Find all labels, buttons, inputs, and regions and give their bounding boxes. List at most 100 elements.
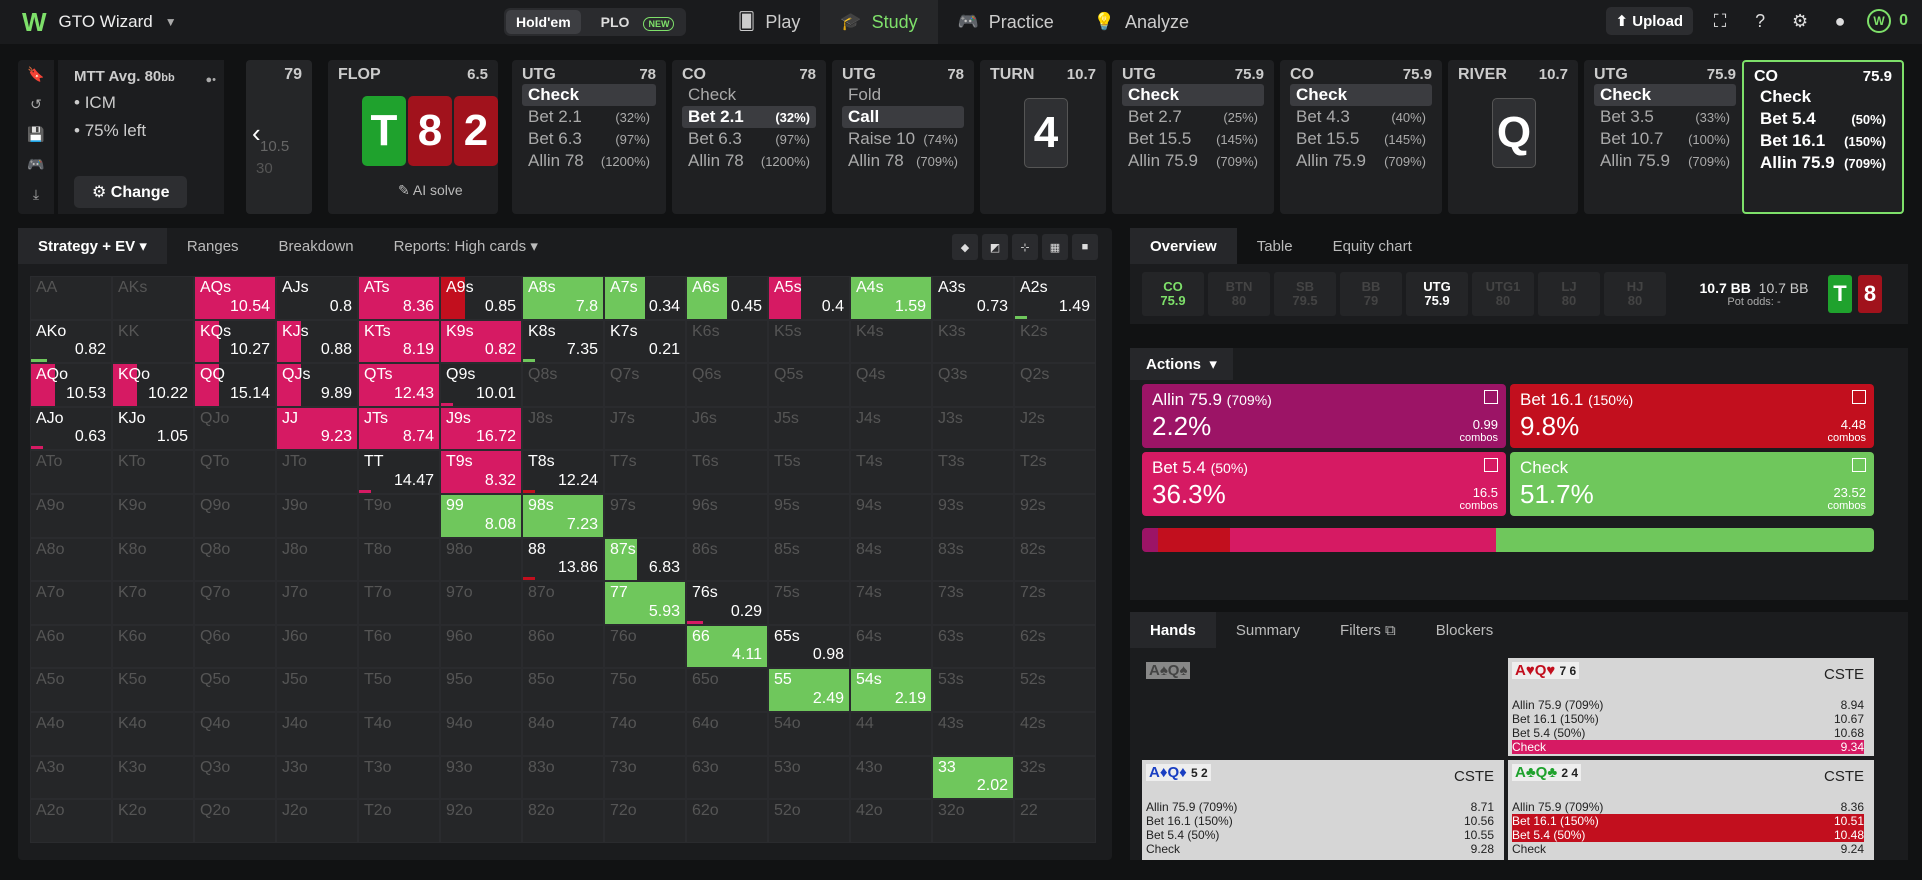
hand-cell[interactable]: 98o — [440, 537, 522, 582]
hand-cell[interactable]: 66 4.11 — [686, 624, 768, 669]
hand-cell[interactable]: KTs 8.19 — [358, 319, 440, 364]
hand-cell[interactable]: A2s 1.49 — [1014, 276, 1096, 320]
hand-cell[interactable]: Q2o — [194, 799, 276, 843]
hand-cell[interactable]: T5s — [768, 450, 850, 494]
action-row[interactable]: Allin 75.9 (709%) — [1122, 150, 1264, 172]
hand-cell[interactable]: 88 13.86 — [522, 537, 604, 582]
tab-strategy-ev[interactable]: Strategy + EV ▾ — [18, 228, 167, 264]
hand-cell[interactable]: JTs 8.74 — [358, 406, 440, 451]
compact-view-icon[interactable]: ⊹ — [1012, 234, 1038, 260]
hand-cell[interactable]: 62s — [1014, 624, 1096, 669]
action-row[interactable]: Call — [842, 106, 964, 128]
hand-cell[interactable]: A8o — [30, 537, 112, 582]
hand-card[interactable]: A♦Q♦ 5 2 CSTE Allin 75.9 (709%) 8.71 Bet … — [1142, 760, 1504, 860]
hand-cell[interactable]: 82s — [1014, 537, 1096, 582]
hand-cell[interactable]: Q4o — [194, 711, 276, 756]
hand-cell[interactable]: 72o — [604, 799, 686, 843]
hand-cell[interactable]: 44 — [850, 711, 932, 756]
action-row[interactable]: Allin 78 (709%) — [842, 150, 964, 172]
action-row[interactable]: Allin 78 (1200%) — [522, 150, 656, 172]
hand-cell[interactable]: KJo 1.05 — [112, 406, 194, 451]
hand-cell[interactable]: KJs 0.88 — [276, 319, 358, 364]
hand-cell[interactable]: T9s 8.32 — [440, 450, 522, 494]
notes-icon[interactable] — [1484, 458, 1498, 472]
hand-cell[interactable]: K5s — [768, 319, 850, 364]
action-row[interactable]: Bet 5.4 (50%) — [1754, 108, 1892, 130]
hand-cell[interactable]: J5o — [276, 668, 358, 712]
hand-cell[interactable]: 94o — [440, 711, 522, 756]
action-row[interactable]: Check — [682, 84, 816, 106]
hand-cell[interactable]: Q5s — [768, 363, 850, 407]
app-logo[interactable]: W GTO Wizard ▼ — [22, 7, 192, 38]
action-row[interactable]: Check — [1290, 84, 1432, 106]
action-bet-5-4[interactable]: Bet 5.4 (50%) 36.3% 16.5 combos — [1142, 452, 1506, 516]
prev-node[interactable]: 79 ‹ 10.5 30 — [246, 60, 312, 214]
hand-cell[interactable]: 55 2.49 — [768, 668, 850, 712]
turn-node[interactable]: TURN 10.7 4 — [980, 60, 1106, 214]
hand-cell[interactable]: 82o — [522, 799, 604, 843]
hand-cell[interactable]: Q3s — [932, 363, 1014, 407]
hand-cell[interactable]: Q7s — [604, 363, 686, 407]
hand-cell[interactable]: 76s 0.29 — [686, 581, 768, 625]
hand-cell[interactable]: 92o — [440, 799, 522, 843]
hand-cell[interactable]: Q9o — [194, 493, 276, 538]
hand-cell[interactable]: T2s — [1014, 450, 1096, 494]
hand-cell[interactable]: 77 5.93 — [604, 581, 686, 625]
tab-blockers[interactable]: Blockers — [1416, 612, 1514, 648]
hand-cell[interactable]: 84o — [522, 711, 604, 756]
hand-cell[interactable]: 84s — [850, 537, 932, 582]
notes-icon[interactable] — [1484, 390, 1498, 404]
hand-cell[interactable]: Q5o — [194, 668, 276, 712]
hand-cell[interactable]: 52o — [768, 799, 850, 843]
hand-cell[interactable]: AJo 0.63 — [30, 406, 112, 451]
hand-cell[interactable]: A7s 0.34 — [604, 276, 686, 320]
hand-cell[interactable]: K8s 7.35 — [522, 319, 604, 364]
hand-cell[interactable]: JJ 9.23 — [276, 406, 358, 451]
seat-hj[interactable]: HJ 80 — [1604, 272, 1666, 316]
hand-cell[interactable]: A3s 0.73 — [932, 276, 1014, 320]
hand-cell[interactable]: J8s — [522, 406, 604, 451]
node-utg-1[interactable]: UTG 78 Check Bet 2.1 (32%) Bet 6.3 (97%) Al… — [512, 60, 666, 214]
hand-cell[interactable]: A5o — [30, 668, 112, 712]
hand-card[interactable]: A♥Q♥ 7 6 CSTE Allin 75.9 (709%) 8.94 Bet … — [1508, 658, 1874, 756]
hand-cell[interactable]: 74s — [850, 581, 932, 625]
tab-summary[interactable]: Summary — [1216, 612, 1320, 648]
hand-cell[interactable]: K5o — [112, 668, 194, 712]
hand-cell[interactable]: T8o — [358, 537, 440, 582]
hand-cell[interactable]: T8s 12.24 — [522, 450, 604, 494]
action-row[interactable]: Allin 78 (1200%) — [682, 150, 816, 172]
hand-cell[interactable]: A8s 7.8 — [522, 276, 604, 320]
nav-practice[interactable]: 🎮 Practice — [938, 0, 1074, 44]
hand-cell[interactable]: 99 8.08 — [440, 493, 522, 538]
tab-breakdown[interactable]: Breakdown — [259, 228, 374, 264]
hand-cell[interactable]: K8o — [112, 537, 194, 582]
action-allin[interactable]: Allin 75.9 (709%) 2.2% 0.99 combos — [1142, 384, 1506, 448]
user-icon[interactable]: ● — [1827, 8, 1853, 34]
hand-cell[interactable]: T4o — [358, 711, 440, 756]
hand-cell[interactable]: AA — [30, 276, 112, 320]
hand-cell[interactable]: 93o — [440, 755, 522, 800]
hand-cell[interactable]: A3o — [30, 755, 112, 800]
hand-cell[interactable]: 97s — [604, 493, 686, 538]
hand-cell[interactable]: 53s — [932, 668, 1014, 712]
action-row[interactable]: Bet 3.5 (33%) — [1594, 106, 1736, 128]
action-row[interactable]: Raise 10 (74%) — [842, 128, 964, 150]
hand-cell[interactable]: J8o — [276, 537, 358, 582]
hand-cell[interactable]: Q6o — [194, 624, 276, 669]
hand-cell[interactable]: J7o — [276, 581, 358, 625]
hand-cell[interactable]: JTo — [276, 450, 358, 494]
hand-card[interactable]: A♠Q♠ — [1142, 658, 1504, 756]
hand-cell[interactable]: Q2s — [1014, 363, 1096, 407]
hand-cell[interactable]: QJs 9.89 — [276, 363, 358, 407]
hand-cell[interactable]: AJs 0.8 — [276, 276, 358, 320]
hand-cell[interactable]: 43s — [932, 711, 1014, 756]
hand-cell[interactable]: A5s 0.4 — [768, 276, 850, 320]
hand-cell[interactable]: 43o — [850, 755, 932, 800]
hand-cell[interactable]: ATs 8.36 — [358, 276, 440, 320]
flop-node[interactable]: FLOP 6.5 T 8 2 ✎ AI solve — [328, 60, 498, 214]
nav-play[interactable]: 🂠 Play — [718, 0, 820, 44]
coin-balance[interactable]: W0 — [1867, 9, 1908, 33]
hand-cell[interactable]: 87s 6.83 — [604, 537, 686, 582]
hand-cell[interactable]: T4s — [850, 450, 932, 494]
hand-cell[interactable]: A7o — [30, 581, 112, 625]
